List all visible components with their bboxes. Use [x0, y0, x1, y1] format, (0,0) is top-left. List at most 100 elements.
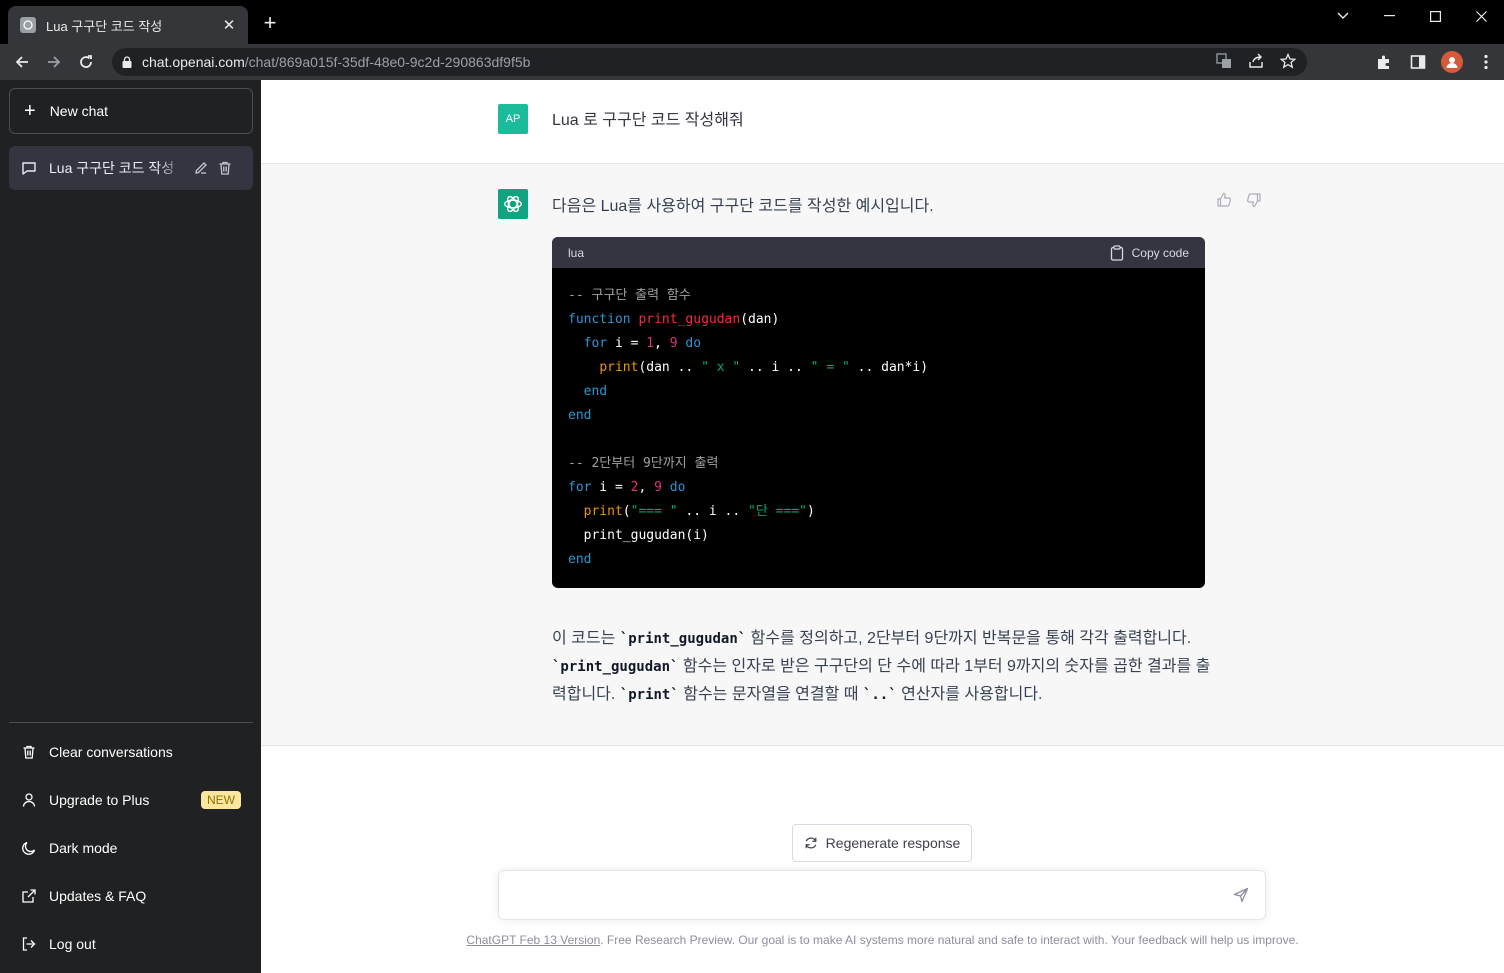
log-out-button[interactable]: Log out — [9, 920, 253, 968]
code-function-name: print_gugudan — [638, 312, 741, 327]
sidebar: + New chat Lua 구구단 코드 작성 Clear conversat… — [0, 80, 261, 973]
bookmark-star-icon[interactable] — [1279, 52, 1297, 70]
user-avatar: AP — [498, 104, 528, 134]
openai-favicon-icon — [20, 17, 36, 33]
footer-text: . Free Research Preview. Our goal is to … — [600, 933, 1299, 947]
regenerate-icon — [804, 836, 818, 850]
reload-icon[interactable] — [70, 46, 102, 78]
extensions-puzzle-icon[interactable] — [1372, 48, 1396, 76]
sidebar-menu: Clear conversations Upgrade to Plus NEW … — [9, 722, 253, 968]
new-chat-label: New chat — [49, 103, 109, 119]
thumbs-down-icon[interactable] — [1246, 192, 1262, 208]
window-close-icon[interactable] — [1458, 0, 1504, 32]
tab-title: Lua 구구단 코드 작성 — [46, 18, 163, 34]
side-panel-icon[interactable] — [1406, 48, 1430, 76]
back-arrow-icon[interactable] — [6, 46, 38, 78]
forward-arrow-icon[interactable] — [38, 46, 70, 78]
minimize-icon[interactable] — [1366, 0, 1412, 32]
profile-avatar-icon[interactable] — [1440, 48, 1464, 76]
upgrade-label: Upgrade to Plus — [49, 792, 150, 808]
tab-close-icon[interactable]: ✕ — [220, 16, 238, 34]
code-text: .. i .. — [677, 504, 749, 519]
chat-bubble-icon — [21, 160, 37, 176]
updates-faq-label: Updates & FAQ — [49, 888, 147, 904]
new-tab-button[interactable]: + — [258, 12, 282, 34]
inline-code: `..` — [862, 687, 897, 703]
code-keyword: for — [583, 336, 608, 351]
explain-text: 함수는 문자열을 연결할 때 — [678, 686, 863, 703]
code-keyword: function — [568, 312, 631, 327]
explain-text: 이 코드는 — [552, 630, 620, 647]
new-chat-button[interactable]: + New chat — [9, 88, 253, 134]
code-keyword: do — [669, 480, 686, 495]
maximize-icon[interactable] — [1412, 0, 1458, 32]
code-number: 9 — [669, 336, 678, 351]
clear-conversations-label: Clear conversations — [49, 744, 173, 760]
translate-icon[interactable] — [1215, 52, 1233, 70]
delete-trash-icon[interactable] — [217, 160, 233, 176]
clipboard-icon — [1110, 244, 1124, 261]
tab-search-icon[interactable] — [1320, 0, 1366, 32]
clear-conversations-button[interactable]: Clear conversations — [9, 728, 253, 776]
code-keyword: end — [583, 384, 608, 399]
version-link[interactable]: ChatGPT Feb 13 Version — [466, 933, 600, 947]
browser-titlebar: Lua 구구단 코드 작성 ✕ + — [0, 0, 1504, 44]
conversation-label: Lua 구구단 코드 작성 — [49, 160, 175, 176]
browser-toolbar: chat.openai.com/chat/869a015f-35df-48e0-… — [0, 44, 1504, 80]
code-text: ( — [622, 504, 631, 519]
prompt-input[interactable] — [513, 885, 1213, 907]
explain-text: 함수를 정의하고, 2단부터 9단까지 반복문을 통해 각각 출력합니다. — [746, 630, 1192, 647]
assistant-message-row: 다음은 Lua를 사용하여 구구단 코드를 작성한 예시입니다. lua Cop… — [261, 164, 1504, 746]
dark-mode-label: Dark mode — [49, 840, 118, 856]
code-keyword: do — [685, 336, 702, 351]
code-block: lua Copy code -- 구구단 출력 함수 function print… — [552, 237, 1205, 588]
code-text: , — [638, 480, 655, 495]
code-content: -- 구구단 출력 함수 function print_gugudan(dan) … — [552, 268, 1205, 588]
code-string: " x " — [701, 360, 741, 375]
upgrade-to-plus-button[interactable]: Upgrade to Plus NEW — [9, 776, 253, 824]
new-badge: NEW — [201, 791, 241, 809]
copy-code-label: Copy code — [1131, 245, 1189, 260]
assistant-intro: 다음은 Lua를 사용하여 구구단 코드를 작성한 예시입니다. — [552, 198, 934, 215]
edit-pencil-icon[interactable] — [193, 160, 209, 176]
dark-mode-button[interactable]: Dark mode — [9, 824, 253, 872]
code-keyword: for — [568, 480, 592, 495]
regenerate-response-button[interactable]: Regenerate response — [792, 824, 972, 862]
browser-menu-icon[interactable] — [1474, 48, 1498, 76]
openai-logo-icon — [498, 189, 528, 219]
code-text: (dan .. — [638, 360, 702, 375]
browser-tab[interactable]: Lua 구구단 코드 작성 ✕ — [8, 6, 248, 44]
code-text: i = — [591, 480, 631, 495]
thumbs-up-icon[interactable] — [1216, 192, 1232, 208]
footer-note: ChatGPT Feb 13 Version. Free Research Pr… — [261, 933, 1504, 947]
code-text: print_gugudan(i) — [583, 528, 709, 543]
code-keyword: end — [568, 408, 592, 423]
code-comment: -- 2단부터 9단까지 출력 — [568, 456, 719, 471]
explain-text: 연산자를 사용합니다. — [896, 686, 1043, 703]
conversation-item[interactable]: Lua 구구단 코드 작성 — [9, 146, 253, 190]
updates-faq-link[interactable]: Updates & FAQ — [9, 872, 253, 920]
code-number: 9 — [654, 480, 662, 495]
url-host: chat.openai.com — [142, 54, 245, 70]
copy-code-button[interactable]: Copy code — [1110, 244, 1189, 261]
code-text: ) — [806, 504, 815, 519]
code-string: "=== " — [630, 504, 678, 519]
code-header: lua Copy code — [552, 237, 1205, 268]
share-icon[interactable] — [1247, 52, 1265, 70]
address-bar[interactable]: chat.openai.com/chat/869a015f-35df-48e0-… — [112, 48, 1307, 76]
code-text: i = — [607, 336, 647, 351]
code-keyword: end — [568, 552, 592, 567]
code-text: .. dan*i) — [849, 360, 929, 375]
code-number: 1 — [646, 336, 655, 351]
code-string: "단 ===" — [748, 504, 807, 519]
code-builtin: print — [599, 360, 639, 375]
lock-icon[interactable] — [122, 56, 132, 68]
log-out-label: Log out — [49, 936, 96, 952]
inline-code: `print` — [619, 687, 679, 703]
trash-icon — [21, 744, 37, 760]
inline-code: `print_gugudan` — [552, 659, 679, 675]
send-icon[interactable] — [1233, 887, 1249, 903]
code-comment: -- 구구단 출력 함수 — [568, 288, 691, 303]
window-controls — [1320, 0, 1504, 32]
code-text: .. i .. — [740, 360, 811, 375]
